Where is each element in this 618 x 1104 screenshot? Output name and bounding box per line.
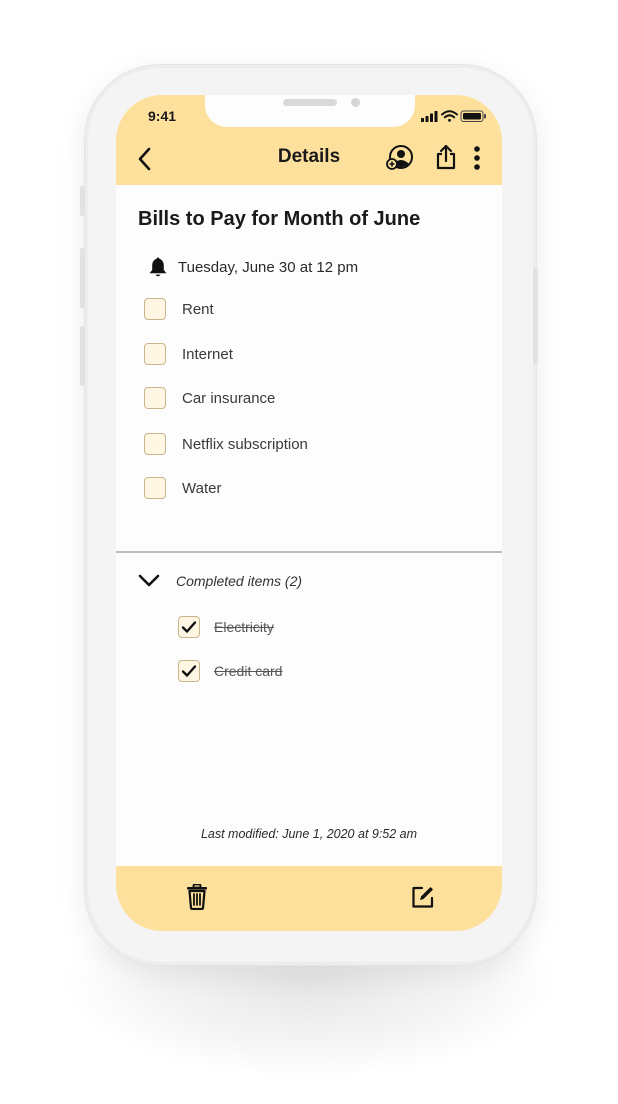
reminder-row[interactable]: Tuesday, June 30 at 12 pm bbox=[148, 255, 358, 279]
completed-items-toggle[interactable]: Completed items (2) bbox=[138, 570, 302, 592]
checkbox[interactable] bbox=[144, 433, 166, 455]
section-divider bbox=[116, 551, 502, 553]
share-contact-icon[interactable] bbox=[386, 144, 414, 172]
list-item[interactable]: Netflix subscription bbox=[144, 431, 308, 457]
checkbox[interactable] bbox=[144, 343, 166, 365]
completed-item-label: Electricity bbox=[214, 619, 274, 635]
list-item-label: Internet bbox=[182, 345, 233, 363]
battery-icon bbox=[460, 110, 486, 122]
completed-items-label: Completed items (2) bbox=[176, 573, 303, 589]
edit-icon[interactable] bbox=[411, 885, 435, 909]
list-item-label: Water bbox=[182, 479, 222, 497]
reminder-text: Tuesday, June 30 at 12 pm bbox=[178, 258, 359, 276]
checkbox[interactable] bbox=[144, 387, 166, 409]
checkbox[interactable] bbox=[144, 477, 166, 499]
completed-item[interactable]: Electricity bbox=[178, 614, 274, 640]
list-item[interactable]: Car insurance bbox=[144, 385, 275, 411]
checkmark-icon bbox=[181, 665, 197, 677]
list-item[interactable]: Water bbox=[144, 475, 221, 501]
signal-icon bbox=[421, 111, 438, 122]
volume-up-button bbox=[80, 248, 85, 308]
note-title: Bills to Pay for Month of June bbox=[138, 208, 421, 230]
checkmark-icon bbox=[181, 621, 197, 633]
list-item-label: Car insurance bbox=[182, 389, 276, 407]
completed-item[interactable]: Credit card bbox=[178, 658, 282, 684]
mute-switch bbox=[80, 186, 85, 216]
power-button bbox=[533, 268, 538, 364]
speaker bbox=[283, 99, 337, 106]
checkbox-checked[interactable] bbox=[178, 660, 200, 682]
list-item[interactable]: Rent bbox=[144, 296, 214, 322]
list-item-label: Netflix subscription bbox=[182, 435, 308, 453]
completed-item-label: Credit card bbox=[214, 663, 283, 679]
bottom-toolbar bbox=[116, 866, 502, 931]
wifi-icon bbox=[441, 110, 458, 122]
app-screen: 9:41 Details Bills to Pay for Month of J… bbox=[116, 95, 502, 931]
header-bar: 9:41 Details bbox=[116, 95, 502, 185]
trash-icon[interactable] bbox=[186, 884, 208, 910]
volume-down-button bbox=[80, 326, 85, 386]
more-vertical-icon[interactable] bbox=[471, 145, 483, 171]
list-item[interactable]: Internet bbox=[144, 341, 233, 367]
status-icons bbox=[421, 110, 486, 122]
checkbox-checked[interactable] bbox=[178, 616, 200, 638]
checkbox[interactable] bbox=[144, 298, 166, 320]
share-icon[interactable] bbox=[435, 143, 457, 171]
front-camera bbox=[351, 98, 360, 107]
bell-icon bbox=[149, 257, 167, 277]
chevron-down-icon bbox=[138, 574, 160, 587]
list-item-label: Rent bbox=[182, 300, 214, 318]
last-modified-text: Last modified: June 1, 2020 at 9:52 am bbox=[200, 827, 418, 841]
status-time: 9:41 bbox=[148, 108, 177, 124]
